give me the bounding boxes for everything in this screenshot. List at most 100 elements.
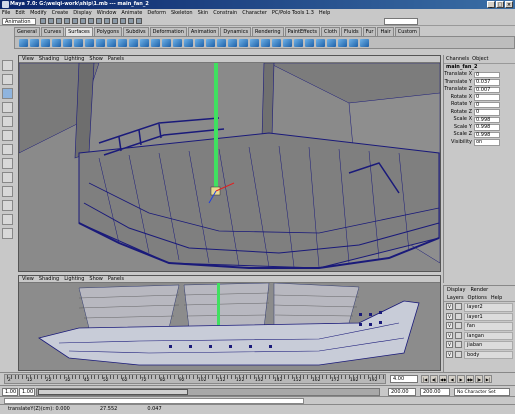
object-menu[interactable]: Object [472,55,488,63]
layers-help-menu[interactable]: Help [491,294,502,301]
attr-value-field[interactable]: 0.998 [474,124,500,131]
layer-row[interactable]: Vlayer1 [446,312,513,321]
offset-surface-icon[interactable] [305,39,314,47]
viewport-menu-lighting[interactable]: Lighting [64,56,84,62]
layer-name[interactable]: fan [464,322,513,331]
layer-row[interactable]: Vlangan [446,331,513,340]
selected-object-name[interactable]: main_fan_2 [444,64,515,71]
options-menu[interactable]: Options [468,294,487,301]
layer-name[interactable]: langan [464,331,513,340]
attr-value-field[interactable]: 0 [474,101,500,108]
shelf-tab-cloth[interactable]: Cloth [320,27,341,36]
channels-menu[interactable]: Channels [446,55,469,63]
range-slider-handle[interactable] [38,389,188,395]
visibility-toggle[interactable]: V [446,341,453,348]
layers-menu[interactable]: Layers [447,294,464,301]
attach-surfaces-icon[interactable] [239,39,248,47]
layer-name[interactable]: layer1 [464,312,513,321]
shelf-tab-custom[interactable]: Custom [394,27,420,36]
loft-icon[interactable] [118,39,127,47]
quick-selection-field[interactable] [384,18,418,25]
shelf-tab-fluids[interactable]: Fluids [341,27,362,36]
display-type-toggle[interactable] [455,303,462,310]
step-back-icon[interactable]: ◀| [430,375,438,383]
stitch-icon[interactable] [349,39,358,47]
square-surface-icon[interactable] [173,39,182,47]
detach-surfaces-icon[interactable] [250,39,259,47]
viewport2-menu-show[interactable]: Show [89,276,103,282]
sculpt-tool-icon[interactable] [360,39,369,47]
display-type-toggle[interactable] [455,350,462,358]
planar-icon[interactable] [129,39,138,47]
play-backward-icon[interactable]: ◀ [448,375,456,383]
menu-skin[interactable]: Skin [198,9,209,17]
layer-row[interactable]: Vbody [446,350,513,359]
save-scene-icon[interactable] [56,18,62,24]
render-globals-icon[interactable] [136,18,142,24]
menu-modify[interactable]: Modify [30,9,47,17]
visibility-toggle[interactable]: V [446,331,453,339]
open-scene-icon[interactable] [48,18,54,24]
end-time-field[interactable]: 200.00 [420,388,450,396]
perspective-viewport[interactable]: View Shading Lighting Show Panels [18,55,441,272]
menu-file[interactable]: File [2,9,10,17]
nurbs-sphere-icon[interactable] [19,39,28,47]
last-tool-icon[interactable] [2,144,13,155]
viewport-menu-show[interactable]: Show [89,56,103,62]
menu-skeleton[interactable]: Skeleton [171,9,193,17]
menu-pc-polo-tools[interactable]: PC/Polo Tools 1.3 [272,9,314,17]
shelf-tab-curves[interactable]: Curves [40,27,65,36]
viewport-menu-panels[interactable]: Panels [108,56,124,62]
nurbs-circle-icon[interactable] [85,39,94,47]
go-to-end-icon[interactable]: ▶| [484,375,492,383]
menu-character[interactable]: Character [242,9,267,17]
side-viewport[interactable]: View Shading Lighting Show Panels [18,275,441,371]
display-type-toggle[interactable] [455,341,462,348]
attr-value-field[interactable]: 0 [474,71,500,78]
nurbs-cube-icon[interactable] [30,39,39,47]
scale-tool-icon[interactable] [2,116,13,127]
viewport2-menu-shading[interactable]: Shading [39,276,59,282]
round-tool-icon[interactable] [327,39,336,47]
menu-constrain[interactable]: Constrain [213,9,237,17]
rotate-tool-icon[interactable] [2,102,13,113]
attr-value-field[interactable]: 0.007 [474,86,500,93]
trim-icon[interactable] [217,39,226,47]
attr-value-field[interactable]: 0.998 [474,116,500,123]
display-type-toggle[interactable] [455,331,462,339]
bevel-icon[interactable] [184,39,193,47]
nurbs-cylinder-icon[interactable] [41,39,50,47]
viewport2-menu-panels[interactable]: Panels [108,276,124,282]
outliner-layout-icon[interactable] [2,214,13,225]
menu-deform[interactable]: Deform [147,9,166,17]
four-view-layout-icon[interactable] [2,172,13,183]
menu-create[interactable]: Create [52,9,69,17]
nurbs-plane-icon[interactable] [63,39,72,47]
manipulator-tool-icon[interactable] [2,130,13,141]
history-icon[interactable] [112,18,118,24]
go-to-start-icon[interactable]: |◀ [421,375,429,383]
play-forward-icon[interactable]: ▶ [457,375,465,383]
attr-value-field[interactable]: 0.037 [474,79,500,86]
menu-animate[interactable]: Animate [121,9,142,17]
close-button[interactable]: × [505,1,513,8]
surface-fillet-icon[interactable] [338,39,347,47]
shelf-tab-general[interactable]: General [14,27,40,36]
shelf-tab-subdivs[interactable]: Subdivs [123,27,149,36]
visibility-toggle[interactable]: V [446,312,453,320]
visibility-toggle[interactable]: V [446,350,453,358]
shelf-tab-surfaces[interactable]: Surfaces [65,27,93,36]
menu-help[interactable]: Help [319,9,330,17]
visibility-toggle[interactable]: V [446,303,453,310]
select-object-icon[interactable] [72,18,78,24]
render-icon[interactable] [120,18,126,24]
shelf-tab-hair[interactable]: Hair [377,27,394,36]
birail-icon[interactable] [151,39,160,47]
intersect-icon[interactable] [195,39,204,47]
rebuild-surface-icon[interactable] [316,39,325,47]
step-forward-key-icon[interactable]: ◆▶ [466,375,474,383]
attr-value-field[interactable]: 0 [474,94,500,101]
graph-editor-layout-icon[interactable] [2,228,13,239]
two-stacked-layout-icon[interactable] [2,200,13,211]
snap-point-icon[interactable] [104,18,110,24]
